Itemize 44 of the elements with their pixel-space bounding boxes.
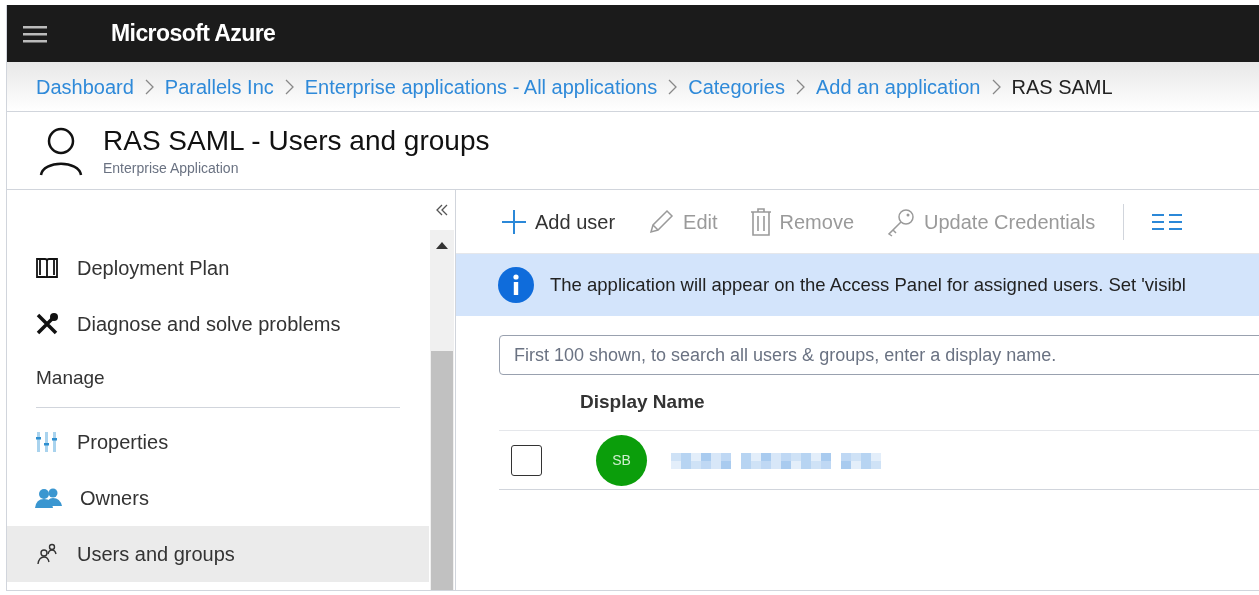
sidebar-item[interactable]: Deployment Plan [7, 240, 429, 296]
plus-icon [501, 208, 527, 235]
info-message: The application will appear on the Access Panel for assigned users. Set 'visibl [550, 273, 1186, 298]
avatar: SB [596, 434, 647, 486]
breadcrumb-link[interactable]: Add an application [815, 71, 981, 102]
table-row[interactable]: SB [499, 431, 1259, 490]
breadcrumb-link[interactable]: Parallels Inc [164, 71, 274, 102]
chevron-icon [795, 78, 805, 95]
scroll-up-icon[interactable] [436, 242, 448, 249]
people-icon [35, 486, 62, 509]
sidebar-item[interactable]: Diagnose and solve problems [7, 296, 429, 352]
sidebar-item[interactable]: Users and groups [7, 525, 429, 582]
column-header: Display Name [580, 390, 705, 415]
chevron-icon [668, 78, 678, 95]
scrollbar[interactable] [430, 230, 454, 590]
app-title[interactable]: Microsoft Azure [111, 16, 276, 51]
chevron-icon [991, 78, 1001, 95]
chevron-icon [144, 78, 154, 95]
scroll-thumb[interactable] [431, 351, 453, 590]
info-icon [498, 267, 534, 303]
sliders-icon [35, 429, 59, 454]
section-heading: Manage [36, 364, 400, 408]
breadcrumb-link[interactable]: Categories [688, 71, 785, 102]
checkbox[interactable] [511, 444, 542, 476]
trash-icon [749, 206, 772, 237]
page-title: RAS SAML - Users and groups [103, 123, 490, 158]
sidebar-item[interactable]: Properties [7, 413, 429, 470]
breadcrumb-link[interactable]: Enterprise applications - All applications [304, 71, 658, 102]
breadcrumb-current: RAS SAML [1011, 74, 1113, 100]
tools-icon [35, 312, 59, 336]
chevron-icon [284, 78, 294, 95]
key-icon [886, 206, 916, 237]
pencil-icon [647, 207, 676, 236]
columns-icon[interactable] [1152, 212, 1183, 231]
user-icon [39, 125, 83, 176]
toolbar-button[interactable]: Add user [501, 206, 616, 237]
sidebar-item[interactable]: Owners [7, 469, 429, 526]
page-subtitle: Enterprise Application [103, 158, 240, 178]
menu-icon[interactable] [23, 24, 47, 43]
book-icon [35, 256, 59, 280]
users-icon [35, 541, 59, 566]
double-chevron-icon [435, 204, 449, 216]
search-field[interactable]: First 100 shown, to search all users & groups, enter a display name. [499, 335, 1259, 375]
breadcrumb-link[interactable]: Dashboard [36, 71, 134, 102]
